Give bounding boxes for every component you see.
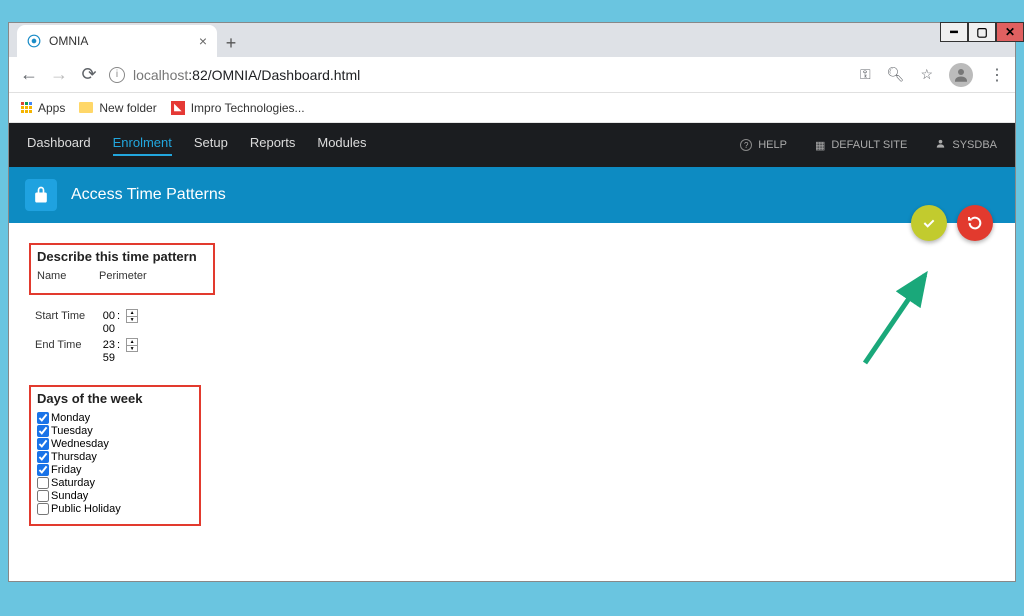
browser-window: OMNIA × + ← → ⟳ i localhost:82/OMNIA/Das… xyxy=(8,22,1016,582)
user-icon xyxy=(935,138,946,152)
page-header: Access Time Patterns xyxy=(9,167,1015,223)
times-panel: Start Time 00 : ▲▼ 00 End Time 23 : xyxy=(29,305,189,375)
bookmarks-newfolder-label: New folder xyxy=(99,101,156,115)
day-checkbox[interactable] xyxy=(37,464,49,476)
save-button[interactable] xyxy=(911,205,947,241)
page-content: Describe this time pattern Name Perimete… xyxy=(9,223,1015,581)
nav-setup[interactable]: Setup xyxy=(194,135,228,156)
bookmark-star-icon[interactable]: ☆ xyxy=(920,66,933,83)
day-checkbox[interactable] xyxy=(37,425,49,437)
day-label: Sunday xyxy=(51,490,88,502)
describe-heading: Describe this time pattern xyxy=(37,249,207,264)
end-time-label: End Time xyxy=(35,339,89,351)
day-label: Thursday xyxy=(51,451,97,463)
help-icon: ? xyxy=(740,139,752,151)
name-input[interactable]: Perimeter xyxy=(99,270,207,282)
bookmarks-apps-label: Apps xyxy=(38,101,65,115)
nav-help-label: HELP xyxy=(758,139,787,151)
day-label: Wednesday xyxy=(51,438,109,450)
day-label: Public Holiday xyxy=(51,503,121,515)
bookmarks-impro-label: Impro Technologies... xyxy=(191,101,305,115)
bookmarks-newfolder[interactable]: New folder xyxy=(79,101,156,115)
close-window-button[interactable]: ✕ xyxy=(996,22,1024,42)
page-lock-icon xyxy=(25,179,57,211)
day-row[interactable]: Monday xyxy=(37,412,193,424)
folder-icon xyxy=(79,102,93,113)
nav-enrolment[interactable]: Enrolment xyxy=(113,135,172,156)
day-label: Friday xyxy=(51,464,82,476)
tab-title: OMNIA xyxy=(49,34,191,48)
nav-user[interactable]: SYSDBA xyxy=(935,138,997,152)
bookmarks-apps[interactable]: Apps xyxy=(21,101,65,115)
app-root: Dashboard Enrolment Setup Reports Module… xyxy=(9,123,1015,581)
nav-reports[interactable]: Reports xyxy=(250,135,296,156)
bookmarks-impro[interactable]: ◣ Impro Technologies... xyxy=(171,101,305,115)
top-nav: Dashboard Enrolment Setup Reports Module… xyxy=(9,123,1015,167)
back-button[interactable]: ← xyxy=(19,64,39,85)
day-row[interactable]: Public Holiday xyxy=(37,503,193,515)
day-checkbox[interactable] xyxy=(37,438,49,450)
zoom-icon[interactable]: 🔍︎ xyxy=(887,66,905,83)
start-min-input[interactable]: 00 xyxy=(97,323,115,335)
page-title: Access Time Patterns xyxy=(71,186,226,204)
reload-button[interactable]: ⟳ xyxy=(79,64,99,85)
profile-avatar-icon[interactable] xyxy=(949,63,973,87)
minimize-button[interactable]: ━ xyxy=(940,22,968,42)
day-checkbox[interactable] xyxy=(37,490,49,502)
name-label: Name xyxy=(37,270,91,282)
day-label: Tuesday xyxy=(51,425,93,437)
browser-tab[interactable]: OMNIA × xyxy=(17,25,217,57)
day-checkbox[interactable] xyxy=(37,412,49,424)
day-row[interactable]: Saturday xyxy=(37,477,193,489)
nav-user-label: SYSDBA xyxy=(952,139,997,151)
maximize-button[interactable]: ▢ xyxy=(968,22,996,42)
cancel-button[interactable] xyxy=(957,205,993,241)
tab-bar: OMNIA × + xyxy=(9,23,1015,57)
bookmarks-bar: Apps New folder ◣ Impro Technologies... xyxy=(9,93,1015,123)
day-checkbox[interactable] xyxy=(37,503,49,515)
days-panel: Days of the week MondayTuesdayWednesdayT… xyxy=(29,385,201,526)
day-label: Monday xyxy=(51,412,90,424)
day-row[interactable]: Friday xyxy=(37,464,193,476)
annotation-arrow xyxy=(855,263,955,373)
day-checkbox[interactable] xyxy=(37,451,49,463)
site-icon: ▦ xyxy=(815,139,825,152)
password-key-icon[interactable]: ⚿ xyxy=(860,66,871,83)
address-bar: ← → ⟳ i localhost:82/OMNIA/Dashboard.htm… xyxy=(9,57,1015,93)
apps-grid-icon xyxy=(21,102,32,113)
days-heading: Days of the week xyxy=(37,391,193,406)
day-row[interactable]: Wednesday xyxy=(37,438,193,450)
day-checkbox[interactable] xyxy=(37,477,49,489)
start-hour-spinner[interactable]: ▲▼ xyxy=(126,309,138,323)
end-hour-spinner[interactable]: ▲▼ xyxy=(126,338,138,352)
impro-icon: ◣ xyxy=(171,101,185,115)
site-info-icon[interactable]: i xyxy=(109,67,125,83)
new-tab-button[interactable]: + xyxy=(217,29,245,57)
start-time-label: Start Time xyxy=(35,310,89,322)
day-row[interactable]: Sunday xyxy=(37,490,193,502)
nav-help[interactable]: ? HELP xyxy=(740,139,787,151)
nav-default-site[interactable]: ▦ DEFAULT SITE xyxy=(815,139,907,152)
start-hour-input[interactable]: 00 xyxy=(97,310,115,322)
end-min-input[interactable]: 59 xyxy=(97,352,115,364)
top-nav-right: ? HELP ▦ DEFAULT SITE SYSDBA xyxy=(740,138,997,152)
day-row[interactable]: Tuesday xyxy=(37,425,193,437)
url-field[interactable]: i localhost:82/OMNIA/Dashboard.html xyxy=(109,67,850,83)
describe-panel: Describe this time pattern Name Perimete… xyxy=(29,243,215,295)
url-text: localhost:82/OMNIA/Dashboard.html xyxy=(133,67,360,83)
nav-default-site-label: DEFAULT SITE xyxy=(831,139,907,151)
forward-button[interactable]: → xyxy=(49,64,69,85)
end-hour-input[interactable]: 23 xyxy=(97,339,115,351)
day-row[interactable]: Thursday xyxy=(37,451,193,463)
day-label: Saturday xyxy=(51,477,95,489)
top-nav-left: Dashboard Enrolment Setup Reports Module… xyxy=(27,135,367,156)
nav-dashboard[interactable]: Dashboard xyxy=(27,135,91,156)
nav-modules[interactable]: Modules xyxy=(317,135,366,156)
browser-menu-icon[interactable]: ⋮ xyxy=(989,65,1005,85)
tab-favicon-icon xyxy=(27,34,41,48)
tab-close-icon[interactable]: × xyxy=(199,33,207,49)
